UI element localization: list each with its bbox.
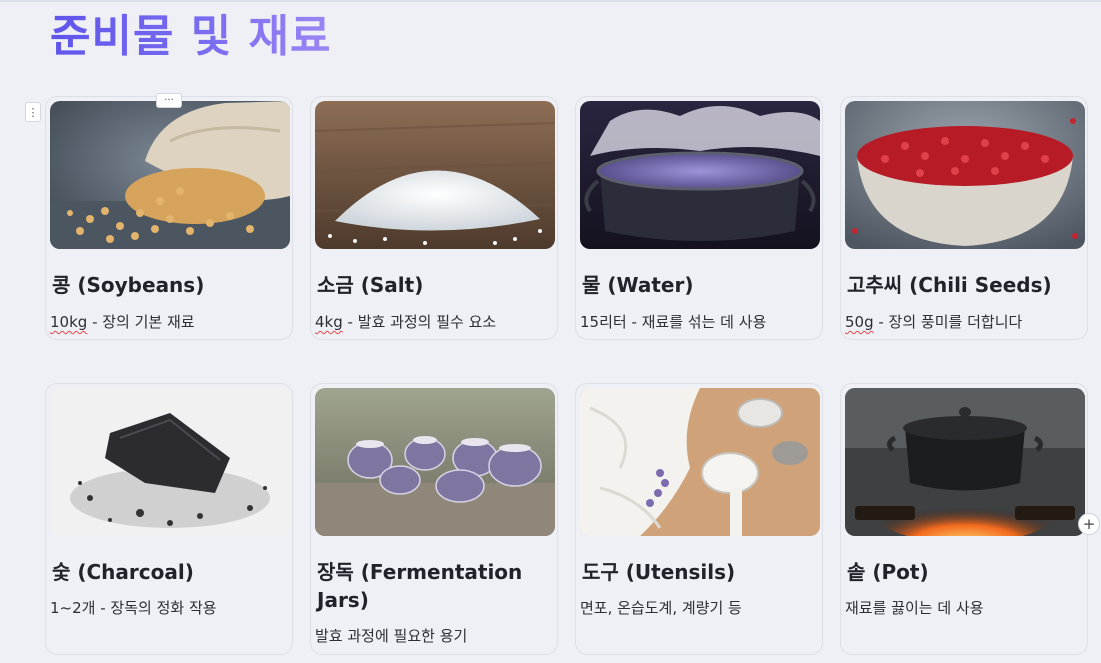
card-description: 4kg - 발효 과정의 필수 요소	[315, 313, 497, 331]
card-image-utensils	[580, 388, 820, 536]
charcoal-image	[50, 388, 290, 536]
jars-image	[315, 388, 555, 536]
card-description: 10kg - 장의 기본 재료	[50, 313, 195, 331]
card-image-chili-seeds	[845, 101, 1085, 249]
utensils-image	[580, 388, 820, 536]
card-water[interactable]: 물 (Water) 15리터 - 재료를 섞는 데 사용	[575, 96, 823, 340]
card-title: 소금 (Salt)	[317, 273, 424, 297]
water-image	[580, 101, 820, 249]
more-options-icon[interactable]: ···	[156, 93, 182, 108]
card-title: 콩 (Soybeans)	[52, 273, 205, 297]
card-description: 15리터 - 재료를 섞는 데 사용	[580, 313, 767, 331]
card-description: 면포, 온습도계, 계량기 등	[580, 599, 742, 617]
card-description: 1~2개 - 장독의 정화 작용	[50, 599, 217, 617]
card-title: 솥 (Pot)	[847, 560, 929, 584]
amount-text: 50g	[845, 313, 874, 331]
card-image-salt	[315, 101, 555, 249]
card-image-water	[580, 101, 820, 249]
drag-handle-icon[interactable]: ⋮	[25, 102, 41, 122]
card-utensils[interactable]: 도구 (Utensils) 면포, 온습도계, 계량기 등	[575, 383, 823, 655]
card-title: 고추씨 (Chili Seeds)	[847, 273, 1052, 297]
amount-text: 4kg	[315, 313, 343, 331]
card-title: 숯 (Charcoal)	[52, 560, 194, 584]
card-pot[interactable]: 솥 (Pot) 재료를 끓이는 데 사용	[840, 383, 1088, 655]
chili-seeds-image	[845, 101, 1085, 249]
soybeans-image	[50, 101, 290, 249]
salt-image	[315, 101, 555, 249]
card-title: 물 (Water)	[582, 273, 694, 297]
card-image-soybeans	[50, 101, 290, 249]
card-image-charcoal	[50, 388, 290, 536]
card-soybeans[interactable]: 콩 (Soybeans) 10kg - 장의 기본 재료	[45, 96, 293, 340]
page-title: 준비물 및 재료	[50, 6, 332, 68]
card-fermentation-jars[interactable]: 장독 (Fermentation Jars) 발효 과정에 필요한 용기	[310, 383, 558, 655]
card-chili-seeds[interactable]: 고추씨 (Chili Seeds) 50g - 장의 풍미를 더합니다	[840, 96, 1088, 340]
pot-image	[845, 388, 1085, 536]
amount-text: 10kg	[50, 313, 88, 331]
card-description: 50g - 장의 풍미를 더합니다	[845, 313, 1023, 331]
top-divider	[0, 0, 1101, 2]
card-description: 발효 과정에 필요한 용기	[315, 627, 468, 645]
card-salt[interactable]: 소금 (Salt) 4kg - 발효 과정의 필수 요소	[310, 96, 558, 340]
card-title: 장독 (Fermentation Jars)	[317, 560, 523, 612]
card-image-pot	[845, 388, 1085, 536]
card-charcoal[interactable]: 숯 (Charcoal) 1~2개 - 장독의 정화 작용	[45, 383, 293, 655]
card-description: 재료를 끓이는 데 사용	[845, 599, 984, 617]
add-block-icon[interactable]: +	[1078, 513, 1100, 535]
card-title: 도구 (Utensils)	[582, 560, 736, 584]
card-image-jars	[315, 388, 555, 536]
